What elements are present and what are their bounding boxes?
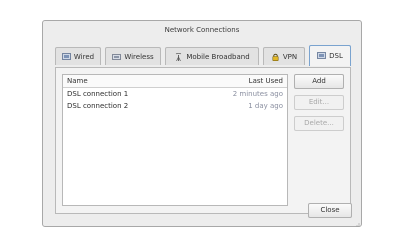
connection-last-used: 1 day ago [248, 102, 283, 110]
tab-wired[interactable]: Wired [55, 47, 101, 65]
mobile-broadband-icon [174, 52, 183, 61]
dsl-tab-panel: Name Last Used DSL connection 1 2 minute… [55, 67, 351, 214]
vpn-lock-icon [271, 53, 280, 61]
dsl-icon [317, 52, 327, 60]
add-button[interactable]: Add [294, 74, 344, 89]
tab-vpn[interactable]: VPN [263, 47, 305, 65]
window-title: Network Connections [164, 26, 240, 34]
delete-button[interactable]: Delete... [294, 116, 344, 131]
connection-name: DSL connection 1 [67, 90, 129, 98]
connection-type-tabs: Wired Wireless Mobile Broadband VPN DSL [55, 45, 351, 68]
resize-grip-icon[interactable] [356, 221, 360, 227]
tab-dsl[interactable]: DSL [309, 45, 351, 66]
list-item[interactable]: DSL connection 2 1 day ago [63, 100, 287, 112]
tab-label: Wired [73, 52, 95, 61]
tab-mobile-broadband[interactable]: Mobile Broadband [165, 47, 259, 65]
edit-button[interactable]: Edit... [294, 95, 344, 110]
close-button[interactable]: Close [308, 203, 352, 218]
tab-wireless[interactable]: Wireless [105, 47, 161, 65]
connection-last-used: 2 minutes ago [232, 90, 283, 98]
connection-name: DSL connection 2 [67, 102, 129, 110]
tab-label: DSL [329, 52, 343, 60]
network-connections-window: Network Connections Wired Wireless Mobil… [42, 20, 362, 227]
connection-list[interactable]: Name Last Used DSL connection 1 2 minute… [62, 74, 288, 206]
tab-label: VPN [282, 52, 298, 61]
column-header-name[interactable]: Name [67, 77, 88, 85]
wired-icon [62, 52, 71, 61]
column-header-last-used[interactable]: Last Used [249, 77, 283, 85]
list-header: Name Last Used [63, 75, 287, 88]
wireless-icon [112, 53, 122, 61]
tab-label: Wireless [124, 52, 154, 61]
list-item[interactable]: DSL connection 1 2 minutes ago [63, 88, 287, 100]
tab-label: Mobile Broadband [186, 52, 250, 61]
